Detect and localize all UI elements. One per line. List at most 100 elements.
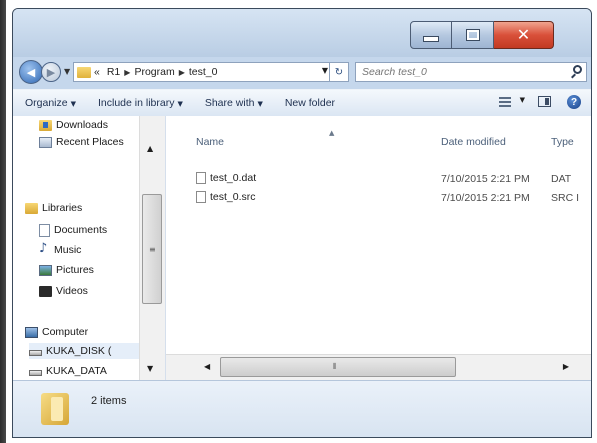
close-button[interactable]: ✕ [494, 21, 554, 49]
minimize-icon [423, 36, 439, 42]
scroll-right-icon[interactable]: ▶ [563, 362, 569, 371]
scroll-up-icon[interactable]: ▲ [147, 144, 153, 153]
forward-button[interactable]: ▶ [41, 62, 61, 82]
item-count: 2 items [91, 395, 127, 407]
breadcrumb-separator[interactable]: ▶ [179, 68, 185, 77]
file-row[interactable]: test_0.src 7/10/2015 2:21 PM SRC I [196, 191, 591, 207]
dropdown-arrow-icon: ▼ [177, 100, 183, 108]
folder-icon [77, 66, 91, 78]
sidebar-item-label: KUKA_DISK ( [46, 345, 112, 357]
folder-icon [41, 393, 69, 425]
file-name: test_0.src [210, 191, 256, 203]
file-list: ▲ Name Date modified Type test_0.dat 7/1… [166, 116, 591, 354]
breadcrumb-overflow[interactable]: « [94, 66, 100, 78]
column-header-name[interactable]: Name [196, 136, 224, 148]
file-date: 7/10/2015 2:21 PM [441, 192, 530, 204]
sort-indicator-icon: ▲ [329, 129, 335, 137]
pictures-icon [39, 264, 52, 276]
change-view-icon[interactable] [499, 97, 511, 107]
minimize-button[interactable] [410, 21, 452, 49]
file-list-scrollbar[interactable]: ◀ ⦀ ▶ [166, 354, 591, 380]
videos-icon [39, 285, 52, 297]
address-bar[interactable]: « R1 ▶ Program ▶ test_0 ▼ ↻ [73, 62, 349, 82]
sidebar-item-label: Music [54, 244, 82, 256]
grip-icon: ≡ [149, 245, 156, 254]
breadcrumb-test0[interactable]: test_0 [189, 66, 218, 78]
sidebar-item-pictures[interactable]: Pictures [39, 262, 94, 278]
file-row[interactable]: test_0.dat 7/10/2015 2:21 PM DAT [196, 172, 591, 188]
preview-pane-icon[interactable] [538, 96, 551, 107]
organize-label: Organize [25, 97, 68, 109]
content-area: Downloads Recent Places Libraries Docume… [13, 116, 591, 380]
refresh-button[interactable]: ↻ [329, 62, 348, 82]
back-arrow-icon: ◀ [26, 65, 36, 79]
share-with-label: Share with [204, 97, 255, 109]
maximize-icon [465, 29, 480, 41]
sidebar-item-label: Videos [56, 285, 88, 297]
recent-pages-dropdown[interactable]: ▼ [64, 67, 70, 76]
file-type: DAT [551, 173, 572, 185]
back-button[interactable]: ◀ [19, 60, 43, 84]
forward-arrow-icon: ▶ [46, 65, 56, 79]
file-type: SRC I [551, 192, 580, 204]
include-in-library-menu[interactable]: Include in library ▼ [98, 97, 183, 109]
music-icon [39, 241, 50, 256]
breadcrumb-program[interactable]: Program [134, 66, 174, 78]
dropdown-arrow-icon: ▼ [257, 100, 263, 108]
navigation-pane: Downloads Recent Places Libraries Docume… [13, 116, 166, 380]
breadcrumb-r1[interactable]: R1 [107, 66, 120, 78]
search-icon[interactable] [573, 65, 582, 74]
view-dropdown-icon[interactable]: ▼ [520, 96, 525, 104]
sidebar-item-label: Documents [54, 224, 108, 236]
column-header-type[interactable]: Type [551, 136, 574, 148]
sidebar-item-documents[interactable]: Documents [39, 222, 107, 238]
title-bar[interactable]: ✕ [13, 9, 591, 57]
share-with-menu[interactable]: Share with ▼ [205, 97, 263, 109]
sidebar-item-kuka-data[interactable]: KUKA_DATA [29, 363, 107, 379]
drive-icon [29, 350, 42, 356]
scrollbar-thumb[interactable]: ≡ [142, 194, 162, 304]
downloads-icon [39, 119, 52, 131]
sidebar-item-music[interactable]: Music [39, 241, 82, 258]
command-bar: Organize ▼ Include in library ▼ Share with… [13, 89, 591, 117]
file-name-cell[interactable]: test_0.src [196, 191, 256, 203]
include-in-library-label: Include in library [98, 97, 175, 109]
sidebar-item-label: Downloads [56, 119, 108, 131]
search-box[interactable] [355, 62, 587, 82]
scroll-down-icon[interactable]: ▼ [147, 364, 153, 373]
navigation-pane-scrollbar[interactable]: ▲ ≡ ▼ [139, 116, 165, 380]
breadcrumb-separator[interactable]: ▶ [124, 68, 130, 77]
file-icon [196, 172, 206, 184]
grip-icon: ⦀ [333, 362, 337, 371]
libraries-icon [25, 202, 38, 214]
sidebar-item-computer[interactable]: Computer [25, 324, 88, 340]
desktop-shadow [0, 0, 6, 443]
sidebar-item-label: Pictures [56, 264, 94, 276]
address-dropdown-icon[interactable]: ▼ [322, 66, 328, 75]
scroll-left-icon[interactable]: ◀ [204, 362, 210, 371]
search-input[interactable] [362, 64, 562, 80]
sidebar-item-recent-places[interactable]: Recent Places [39, 134, 124, 150]
sidebar-item-label: Libraries [42, 202, 83, 214]
organize-menu[interactable]: Organize ▼ [25, 97, 76, 109]
sidebar-item-label: Recent Places [56, 136, 124, 148]
file-name-cell[interactable]: test_0.dat [196, 172, 256, 184]
maximize-button[interactable] [452, 21, 494, 49]
explorer-window: ✕ ◀ ▶ ▼ « R1 ▶ Program ▶ test_0 ▼ ↻ Orga… [12, 8, 592, 438]
file-name: test_0.dat [210, 172, 257, 184]
column-header-date-modified[interactable]: Date modified [441, 136, 506, 148]
sidebar-item-libraries[interactable]: Libraries [25, 200, 82, 216]
new-folder-button[interactable]: New folder [285, 97, 335, 109]
sidebar-item-downloads[interactable]: Downloads [39, 117, 108, 133]
recent-places-icon [39, 136, 52, 148]
scrollbar-thumb[interactable]: ⦀ [220, 357, 456, 377]
details-pane: 2 items [13, 380, 591, 437]
sidebar-item-videos[interactable]: Videos [39, 283, 88, 299]
sidebar-item-kuka-disk[interactable]: KUKA_DISK ( [29, 343, 139, 359]
navigation-bar: ◀ ▶ ▼ « R1 ▶ Program ▶ test_0 ▼ ↻ [13, 57, 591, 87]
file-date: 7/10/2015 2:21 PM [441, 173, 530, 185]
computer-icon [25, 326, 38, 338]
close-icon: ✕ [516, 25, 531, 44]
sidebar-item-label: Computer [42, 326, 89, 338]
help-icon[interactable]: ? [567, 95, 581, 109]
